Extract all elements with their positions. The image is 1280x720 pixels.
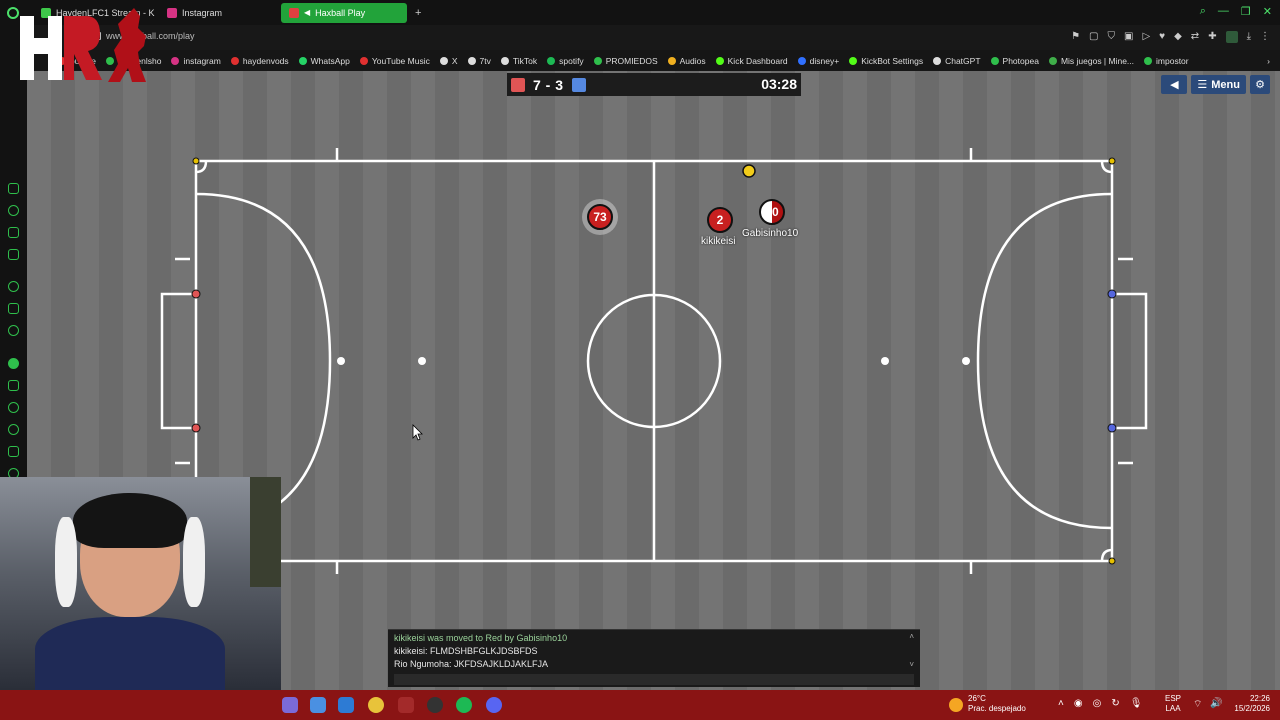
scoreboard: 7 - 3 03:28 bbox=[507, 73, 801, 96]
explorer-icon[interactable] bbox=[338, 697, 354, 713]
settings-button[interactable]: ⚙ bbox=[1250, 75, 1270, 94]
weather-description: Prac. despejado bbox=[968, 704, 1026, 713]
penalty-spot bbox=[962, 357, 970, 365]
language-top: ESP bbox=[1165, 694, 1182, 703]
goal-post bbox=[1107, 423, 1117, 433]
tray-icon[interactable]: ◉ bbox=[1074, 698, 1083, 709]
player-number: 73 bbox=[593, 210, 607, 224]
penalty-spot bbox=[337, 357, 345, 365]
match-timer: 03:28 bbox=[761, 76, 797, 92]
player-number: 10 bbox=[765, 205, 779, 219]
blue-team-indicator bbox=[571, 77, 586, 92]
menu-button[interactable]: ☰ Menu bbox=[1191, 75, 1246, 94]
tray-icon[interactable]: ↻ bbox=[1111, 698, 1119, 709]
score: 7 - 3 bbox=[533, 76, 564, 93]
volume-icon[interactable]: 🔊 bbox=[1210, 698, 1222, 709]
chat-panel: kikikeisi was moved to Red by Gabisinho1… bbox=[388, 629, 920, 687]
mouse-cursor bbox=[412, 424, 423, 441]
penalty-spot bbox=[881, 357, 889, 365]
wifi-icon[interactable]: ⌔ bbox=[1193, 698, 1202, 711]
language-indicator[interactable]: ESP LAA bbox=[1165, 694, 1181, 714]
player-disc: 73 bbox=[587, 204, 613, 230]
right-penalty-area bbox=[976, 192, 1113, 530]
right-goal bbox=[1112, 292, 1148, 430]
system-clock[interactable]: 22:26 15/2/2026 bbox=[1234, 694, 1270, 714]
teams-icon[interactable] bbox=[282, 697, 298, 713]
microphone-icon[interactable]: 🎙 bbox=[1130, 698, 1143, 709]
red-team-indicator bbox=[511, 77, 525, 92]
notepad-icon[interactable] bbox=[310, 697, 326, 713]
taskbar: 26°C Prac. despejado ˄ ◉ ◎ ↻ 🎙 ESP LAA ⌔… bbox=[0, 690, 1280, 720]
player-disc: 2 bbox=[707, 207, 733, 233]
corner-post bbox=[192, 157, 200, 165]
channel-logo bbox=[20, 8, 146, 82]
language-bottom: LAA bbox=[1165, 704, 1181, 713]
chevron-down-icon[interactable]: ˅ bbox=[909, 660, 914, 669]
goal-post bbox=[1107, 289, 1117, 299]
chevron-up-icon[interactable]: ˄ bbox=[1058, 698, 1064, 709]
chat-message: kikikeisi: FLMDSHBFGLKJDSBFDS bbox=[394, 646, 538, 656]
goal-post bbox=[191, 289, 201, 299]
player-disc: 10 bbox=[759, 199, 785, 225]
temperature: 26°C bbox=[968, 694, 986, 703]
chat-message: kikikeisi was moved to Red by Gabisinho1… bbox=[394, 633, 568, 643]
player-number: 2 bbox=[716, 213, 724, 227]
menu-icon: ☰ bbox=[1197, 79, 1208, 91]
clock-time: 22:26 bbox=[1249, 694, 1270, 703]
tray-icon[interactable]: ◎ bbox=[1093, 698, 1102, 709]
clock-date: 15/2/2026 bbox=[1234, 704, 1270, 713]
chrome-icon[interactable] bbox=[368, 697, 384, 713]
webcam-poster bbox=[250, 477, 281, 587]
left-goal bbox=[160, 292, 196, 430]
goal-post bbox=[191, 423, 201, 433]
player-name: Gabisinho10 bbox=[742, 228, 799, 239]
webcam-person bbox=[35, 493, 225, 690]
weather-widget[interactable]: 26°C Prac. despejado bbox=[968, 694, 1026, 714]
corner-post bbox=[1108, 557, 1116, 565]
corner-post bbox=[1108, 157, 1116, 165]
system-tray: ˄ ◉ ◎ ↻ 🎙 bbox=[1058, 698, 1142, 709]
chat-input[interactable] bbox=[394, 674, 914, 685]
opera-icon[interactable] bbox=[398, 697, 414, 713]
penalty-spot bbox=[418, 357, 426, 365]
weather-icon bbox=[949, 698, 963, 712]
webcam-feed bbox=[0, 477, 281, 690]
screen: HaydenLFC1 Stream - K Instagram ◀ Haxbal… bbox=[0, 0, 1280, 720]
game-controls: ◀ ☰ Menu ⚙ bbox=[1161, 75, 1270, 94]
player-name: kikikeisi bbox=[701, 236, 736, 247]
obs-icon[interactable] bbox=[427, 697, 443, 713]
menu-label: Menu bbox=[1211, 78, 1240, 91]
chevron-up-icon[interactable]: ˄ bbox=[909, 632, 914, 641]
discord-icon[interactable] bbox=[486, 697, 502, 713]
sound-button[interactable]: ◀ bbox=[1161, 75, 1188, 94]
spotify-icon[interactable] bbox=[456, 697, 472, 713]
chat-message: Rio Ngumoha: JKFDSAJKLDJAKLFJA bbox=[394, 659, 549, 669]
ball bbox=[742, 164, 756, 178]
